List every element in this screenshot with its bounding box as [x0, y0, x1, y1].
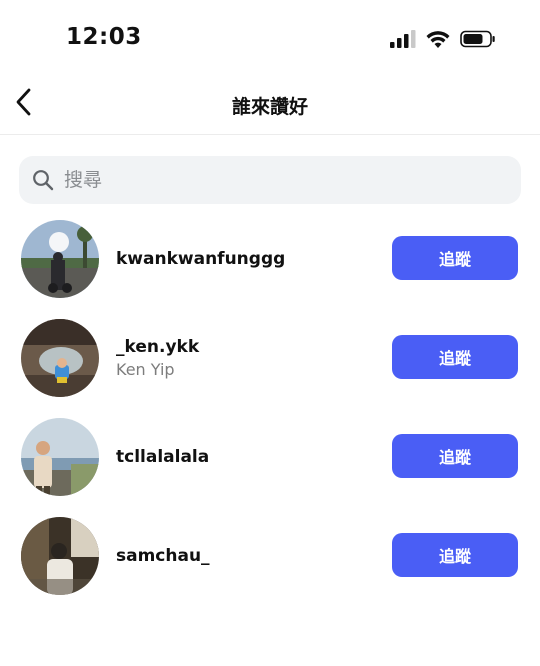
follow-button[interactable]: 追蹤 [392, 335, 518, 379]
user-text: _ken.ykk Ken Yip [116, 318, 199, 398]
status-icons [390, 30, 496, 52]
avatar[interactable] [21, 220, 99, 298]
header: 誰來讚好 [0, 80, 540, 135]
list-item[interactable]: kwankwanfunggg 追蹤 [0, 219, 540, 318]
username[interactable]: tcllalalala [116, 446, 209, 468]
username[interactable]: samchau_ [116, 545, 210, 567]
list-item[interactable]: _ken.ykk Ken Yip 追蹤 [0, 318, 540, 417]
wifi-icon [426, 30, 450, 52]
username[interactable]: _ken.ykk [116, 336, 199, 358]
user-text: samchau_ [116, 516, 210, 596]
avatar[interactable] [21, 517, 99, 595]
search-input[interactable] [62, 168, 486, 192]
cellular-signal-icon [390, 30, 416, 52]
user-text: kwankwanfunggg [116, 219, 285, 299]
list-item[interactable]: tcllalalala 追蹤 [0, 417, 540, 516]
battery-icon [460, 30, 496, 52]
follow-button[interactable]: 追蹤 [392, 533, 518, 577]
avatar[interactable] [21, 418, 99, 496]
user-text: tcllalalala [116, 417, 209, 497]
username[interactable]: kwankwanfunggg [116, 248, 285, 270]
status-bar: 12:03 [0, 0, 540, 80]
follow-button[interactable]: 追蹤 [392, 434, 518, 478]
follow-button[interactable]: 追蹤 [392, 236, 518, 280]
status-time: 12:03 [66, 24, 142, 50]
search-icon [32, 169, 54, 191]
page-title: 誰來讚好 [231, 96, 308, 118]
user-list: kwankwanfunggg 追蹤 _ken.ykk Ken Yip 追蹤 tc… [0, 219, 540, 615]
list-item[interactable]: samchau_ 追蹤 [0, 516, 540, 615]
full-name: Ken Yip [116, 359, 175, 379]
avatar[interactable] [21, 319, 99, 397]
search-box[interactable] [19, 156, 521, 204]
